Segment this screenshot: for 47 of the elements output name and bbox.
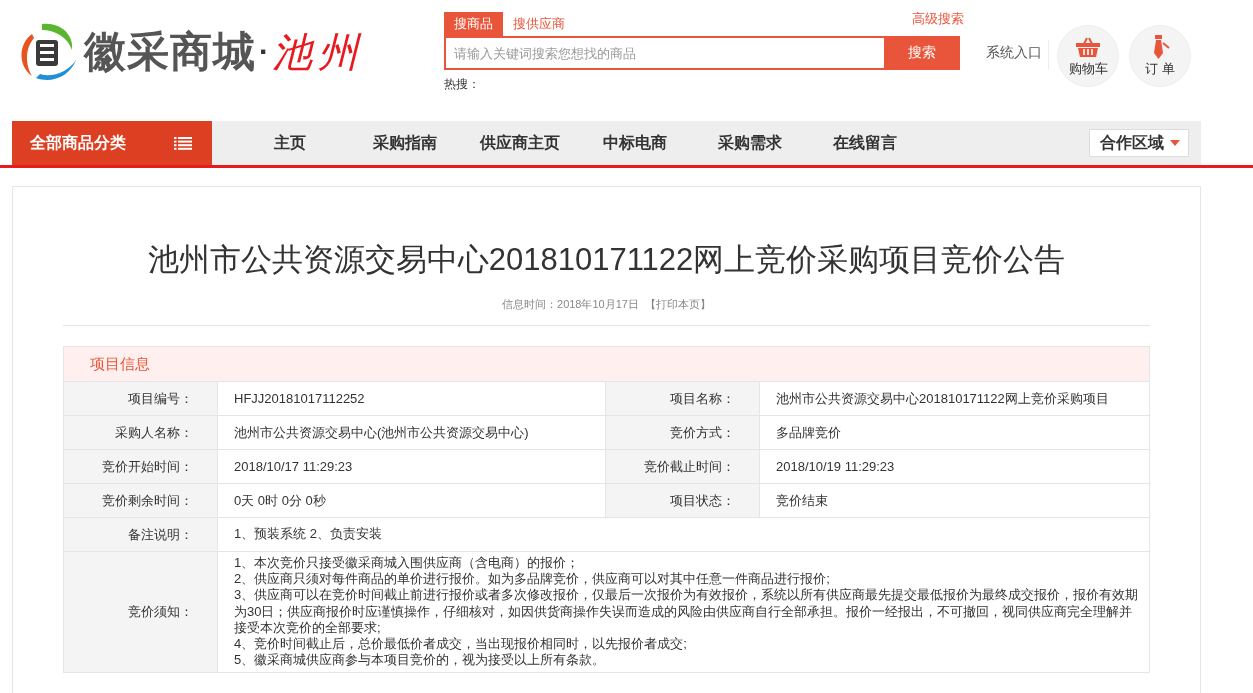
category-button[interactable]: 全部商品分类 (12, 121, 212, 165)
field-label: 竞价剩余时间： (64, 484, 218, 517)
order-button[interactable]: 订 单 (1129, 25, 1191, 87)
page-title: 池州市公共资源交易中心201810171122网上竞价采购项目竞价公告 (146, 241, 1067, 279)
nav-link[interactable]: 中标电商 (577, 132, 692, 154)
region-dropdown[interactable]: 合作区域 (1089, 129, 1189, 157)
search-tab[interactable]: 搜商品 (444, 12, 503, 36)
nav-link[interactable]: 采购需求 (692, 132, 807, 154)
notice-text: 5、徽采商城供应商参与本项目竞价的，视为接受以上所有条款。 (234, 652, 607, 669)
field-value: 竞价结束 (775, 491, 829, 510)
field-label: 竞价截止时间： (606, 450, 760, 483)
nav-link[interactable]: 在线留言 (807, 132, 922, 154)
field-label: 采购人名称： (64, 416, 218, 449)
notice-text: 1、预装系统 2、负责安装 (234, 525, 384, 543)
field-label: 项目状态： (606, 484, 760, 517)
notice-text: 1、本次竞价只接受徽采商城入围供应商（含电商）的报价； (234, 555, 581, 572)
field-label: 备注说明： (64, 518, 218, 551)
logo-wordmark: 徽采商城 (84, 27, 256, 77)
print-link[interactable]: 【打印本页】 (644, 298, 711, 310)
search-tab[interactable]: 搜供应商 (503, 12, 575, 36)
logo-dot: · (259, 35, 269, 69)
search-button[interactable]: 搜索 (884, 36, 960, 70)
menu-icon (174, 136, 192, 150)
basket-icon (1076, 37, 1100, 57)
field-label: 项目名称： (606, 382, 760, 415)
hot-search-label: 热搜： (444, 76, 481, 93)
info-time: 信息时间：2018年10月17日 (502, 298, 639, 310)
advanced-search-link[interactable]: 高级搜索 (912, 10, 964, 28)
notice-text: 4、竞价时间截止后，总价最低价者成交，当出现报价相同时，以先报价者成交; (234, 636, 688, 653)
field-value: 池州市公共资源交易中心201810171122网上竞价采购项目 (775, 389, 1110, 408)
field-value: 2018/10/19 11:29:23 (775, 458, 896, 476)
nav-link[interactable]: 供应商主页 (462, 132, 577, 154)
section-title: 项目信息 (90, 354, 150, 374)
caret-icon (1170, 140, 1180, 146)
search-field[interactable]: 请输入关键词搜索您想找的商品 (444, 36, 884, 70)
logo-city: 池州 (272, 27, 364, 77)
field-label: 竞价须知： (64, 552, 218, 673)
cart-button[interactable]: 购物车 (1057, 25, 1119, 87)
notice-text: 3、供应商可以在竞价时间截止前进行报价或者多次修改报价，仅最后一次报价为有效报价，系统以所有供应商最先提交最低报价为最终成交报价，报价有效期为30日；供应商报价时应谨慎操作，仔细核对，如因供货商操作失误而造成的风险由供应商自行全部承担。报价一经报出，不可撤回，视同供应商完全理解并接受本次竞价的全部要求; (234, 587, 1140, 636)
system-entry-link[interactable]: 系统入口 (986, 44, 1042, 62)
notice-text: 2、供应商只须对每件商品的单价进行报价。如为多品牌竞价，供应商可以对其中任意一件商品进行报价; (234, 571, 831, 588)
field-label: 竞价方式： (606, 416, 760, 449)
field-value: 多品牌竞价 (775, 423, 842, 442)
field-label: 竞价开始时间： (64, 450, 218, 483)
nav-link[interactable]: 主页 (232, 132, 347, 154)
nav-link[interactable]: 采购指南 (347, 132, 462, 154)
field-label: 项目编号： (64, 382, 218, 415)
